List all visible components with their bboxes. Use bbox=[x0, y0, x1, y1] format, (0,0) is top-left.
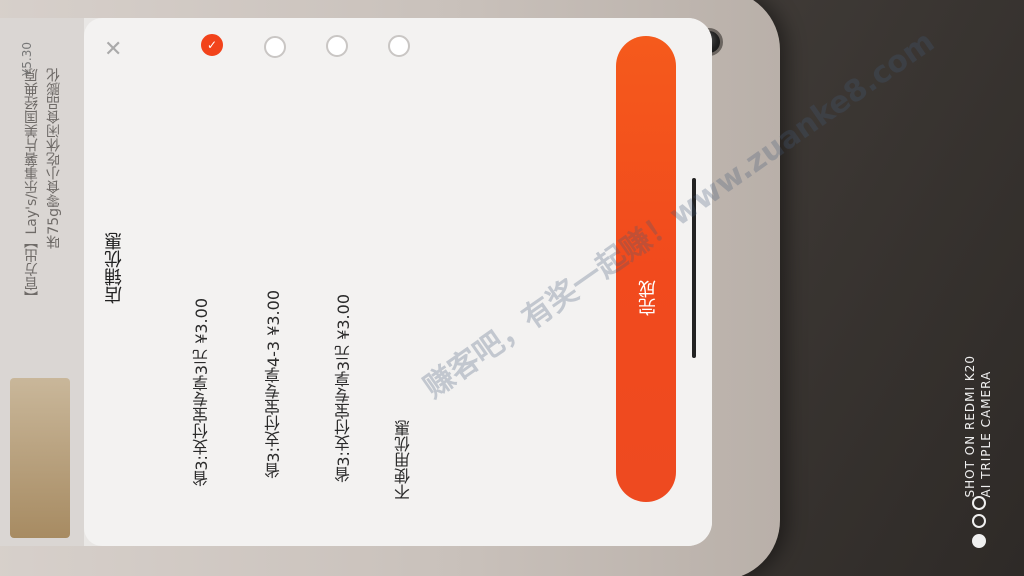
option-radio-4-icon[interactable] bbox=[388, 35, 410, 57]
camera-stamp-line2: AI TRIPLE CAMERA bbox=[979, 370, 993, 498]
sheet-title: 店铺优惠 bbox=[104, 232, 125, 304]
option-label-3[interactable]: 省3:支付宝专享3元 ¥3.00 bbox=[332, 294, 356, 483]
background-product-title-line1: 【官方出】Lay's/乐事薯片美国经典原 bbox=[24, 68, 40, 305]
background-product-title-line2: 味75g零食小吃休闲食品膨化 bbox=[46, 68, 62, 249]
option-label-1[interactable]: 省3:支付宝专享3元 ¥3.00 bbox=[190, 298, 214, 487]
background-product-page: ¥5.30 【官方出】Lay's/乐事薯片美国经典原 味75g零食小吃休闲食品膨… bbox=[0, 18, 84, 546]
option-radio-1-checked-icon[interactable]: ✓ bbox=[201, 34, 223, 56]
close-icon[interactable]: ✕ bbox=[104, 39, 124, 61]
photo-scene: ¥5.30 【官方出】Lay's/乐事薯片美国经典原 味75g零食小吃休闲食品膨… bbox=[0, 0, 1024, 576]
dot-icon bbox=[972, 496, 986, 510]
option-label-4[interactable]: 不使用优惠 bbox=[392, 420, 416, 500]
camera-stamp-line1: SHOT ON REDMI K20 bbox=[963, 355, 977, 498]
dot-icon bbox=[972, 534, 986, 548]
done-button-label: 完成 bbox=[638, 280, 659, 316]
camera-stamp: SHOT ON REDMI K20 AI TRIPLE CAMERA bbox=[962, 355, 994, 497]
option-label-2[interactable]: 省3:支付宝专享4-3 ¥3.00 bbox=[262, 290, 286, 479]
option-radio-3-icon[interactable] bbox=[326, 35, 348, 57]
dot-icon bbox=[972, 514, 986, 528]
product-thumbnail bbox=[10, 378, 70, 538]
option-radio-2-icon[interactable] bbox=[264, 36, 286, 58]
camera-stamp-dots-icon bbox=[970, 496, 992, 556]
